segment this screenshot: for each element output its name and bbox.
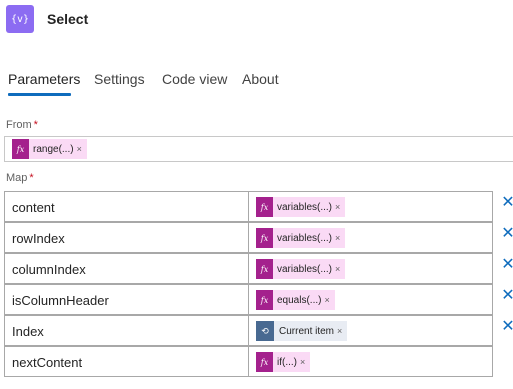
fx-icon: fx xyxy=(256,352,273,372)
delete-row-icon[interactable]: ✕ xyxy=(500,319,513,335)
fx-icon: fx xyxy=(12,139,29,159)
token-label: if(...) xyxy=(277,356,297,368)
delete-row-icon[interactable]: ✕ xyxy=(500,195,513,211)
remove-token-icon[interactable]: × xyxy=(300,357,305,367)
map-row: rowIndex fx variables(...) × xyxy=(4,222,493,253)
expression-token[interactable]: fx variables(...) × xyxy=(256,197,346,217)
map-value-input[interactable]: fx if(...) × xyxy=(248,346,493,377)
fx-icon: fx xyxy=(256,259,273,279)
map-value-input[interactable]: ⟲ Current item × xyxy=(248,315,493,346)
map-key-input[interactable]: columnIndex xyxy=(4,253,250,284)
map-row: nextContent fx if(...) × xyxy=(4,346,493,377)
from-label: From * xyxy=(6,119,38,131)
map-key-input[interactable]: isColumnHeader xyxy=(4,284,250,315)
fx-icon: fx xyxy=(256,290,273,310)
fx-icon: fx xyxy=(256,228,273,248)
delete-row-icon[interactable]: ✕ xyxy=(500,226,513,242)
active-tab-indicator xyxy=(8,93,71,96)
remove-token-icon[interactable]: × xyxy=(335,264,340,274)
tab-settings[interactable]: Settings xyxy=(94,62,145,96)
token-label: range(...) xyxy=(33,143,74,155)
loop-icon: ⟲ xyxy=(256,321,274,341)
map-value-input[interactable]: fx variables(...) × xyxy=(248,222,493,253)
token-label: Current item xyxy=(279,325,335,337)
map-key-input[interactable]: Index xyxy=(4,315,250,346)
map-label: Map * xyxy=(6,172,34,184)
map-row: content fx variables(...) × xyxy=(4,191,493,222)
remove-token-icon[interactable]: × xyxy=(77,144,82,154)
map-key-input[interactable]: rowIndex xyxy=(4,222,250,253)
expression-token[interactable]: fx if(...) × xyxy=(256,352,311,372)
tab-code-view[interactable]: Code view xyxy=(162,62,227,96)
variable-braces-icon: {v} xyxy=(6,5,34,33)
remove-token-icon[interactable]: × xyxy=(335,202,340,212)
remove-token-icon[interactable]: × xyxy=(324,295,329,305)
remove-token-icon[interactable]: × xyxy=(335,233,340,243)
map-value-input[interactable]: fx variables(...) × xyxy=(248,191,493,222)
required-mark: * xyxy=(33,119,38,131)
action-title: Select xyxy=(47,11,89,27)
token-label: equals(...) xyxy=(277,294,322,306)
token-label: variables(...) xyxy=(277,201,333,213)
map-row: isColumnHeader fx equals(...) × xyxy=(4,284,493,315)
required-mark: * xyxy=(29,172,34,184)
expression-token[interactable]: fx equals(...) × xyxy=(256,290,335,310)
from-input[interactable]: fx range(...) × xyxy=(4,136,513,162)
map-key-input[interactable]: nextContent xyxy=(4,346,250,377)
expression-token[interactable]: fx variables(...) × xyxy=(256,228,346,248)
token-label: variables(...) xyxy=(277,232,333,244)
map-row: columnIndex fx variables(...) × xyxy=(4,253,493,284)
map-row: Index ⟲ Current item × xyxy=(4,315,493,346)
dynamic-content-token[interactable]: ⟲ Current item × xyxy=(256,321,348,341)
remove-token-icon[interactable]: × xyxy=(337,326,342,336)
map-key-input[interactable]: content xyxy=(4,191,250,222)
expression-token[interactable]: fx range(...) × xyxy=(12,139,87,159)
tab-about[interactable]: About xyxy=(242,62,279,96)
delete-row-icon[interactable]: ✕ xyxy=(500,288,513,304)
fx-icon: fx xyxy=(256,197,273,217)
delete-row-icon[interactable]: ✕ xyxy=(500,257,513,273)
action-header: {v} Select xyxy=(6,5,88,33)
token-label: variables(...) xyxy=(277,263,333,275)
tab-parameters[interactable]: Parameters xyxy=(8,62,80,96)
map-value-input[interactable]: fx variables(...) × xyxy=(248,253,493,284)
expression-token[interactable]: fx variables(...) × xyxy=(256,259,346,279)
map-value-input[interactable]: fx equals(...) × xyxy=(248,284,493,315)
